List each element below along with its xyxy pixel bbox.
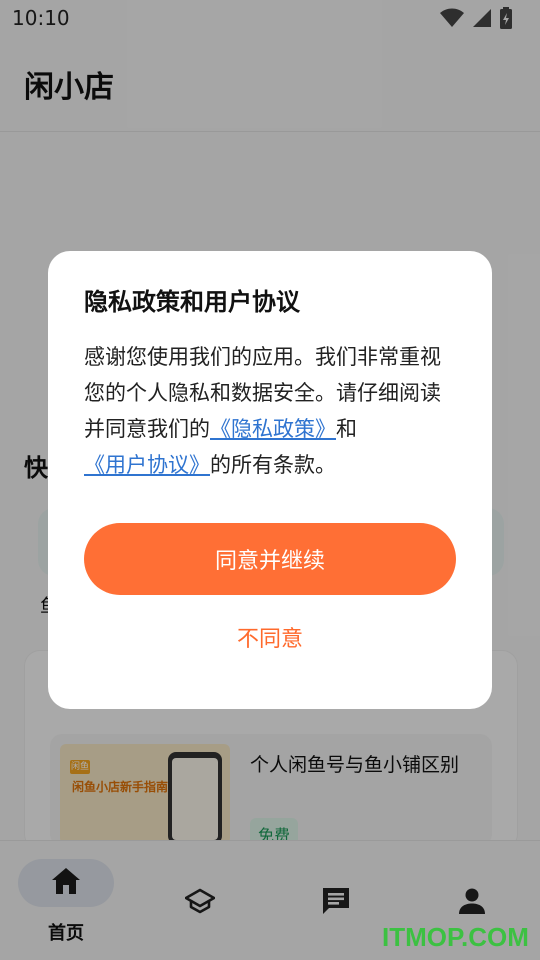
agree-button[interactable]: 同意并继续 [84, 523, 456, 595]
dialog-body-end: 的所有条款。 [210, 453, 336, 477]
watermark: ITMOP.COM [382, 922, 529, 952]
user-agreement-link[interactable]: 《用户协议》 [84, 453, 210, 477]
dialog-body: 感谢您使用我们的应用。我们非常重视您的个人隐私和数据安全。请仔细阅读并同意我们的… [84, 339, 458, 483]
privacy-policy-link[interactable]: 《隐私政策》 [210, 417, 336, 441]
dialog-body-connector: 和 [336, 417, 357, 441]
dialog-title: 隐私政策和用户协议 [84, 288, 300, 316]
privacy-dialog: 隐私政策和用户协议 感谢您使用我们的应用。我们非常重视您的个人隐私和数据安全。请… [48, 251, 492, 709]
disagree-button[interactable]: 不同意 [84, 615, 456, 659]
